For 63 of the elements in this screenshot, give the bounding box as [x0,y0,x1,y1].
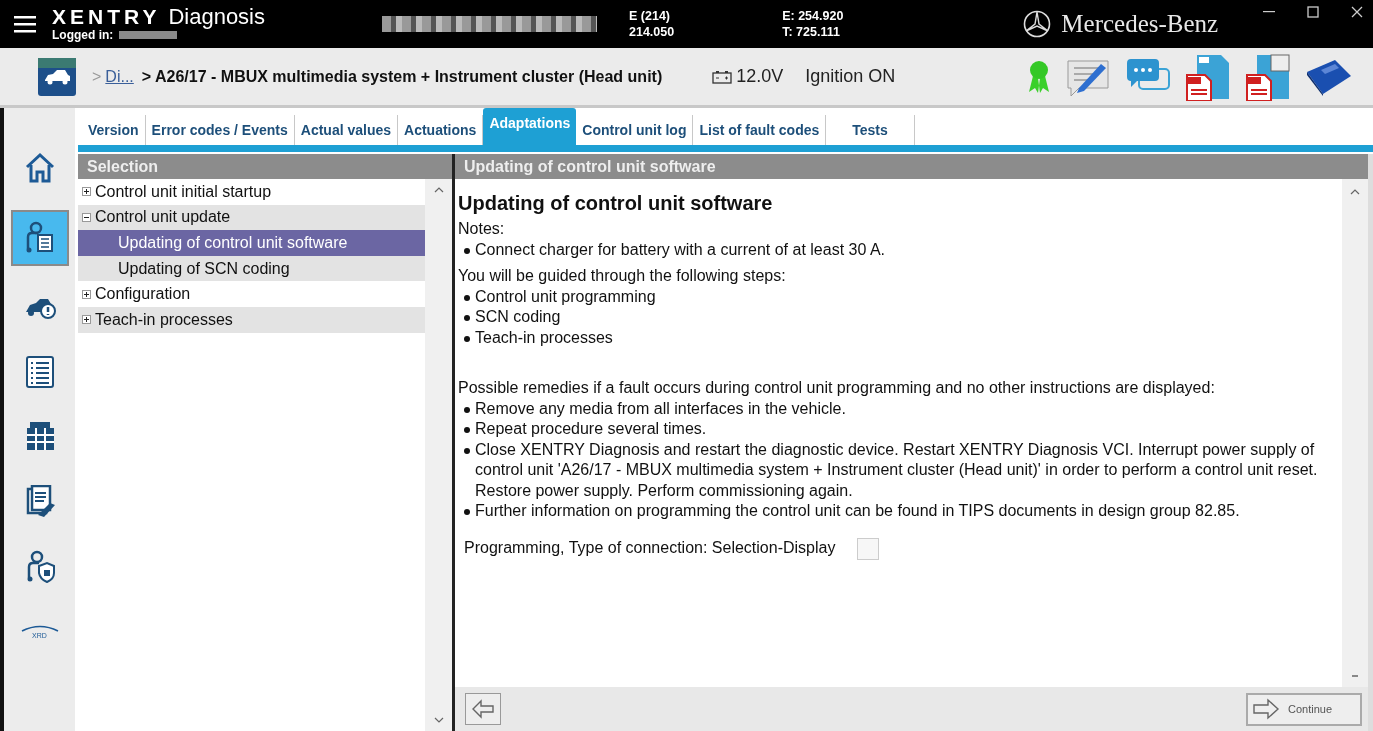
scroll-down-icon[interactable] [433,717,444,723]
tree-item[interactable]: Updating of SCN coding [78,255,425,282]
battery-icon [712,69,733,84]
expand-icon[interactable] [82,187,91,197]
bullet-text: Teach-in processes [475,327,613,348]
engine-code: E: 254.920 [782,8,844,24]
breadcrumb-link[interactable]: Di... [105,67,134,86]
logged-in-label: Logged in: [52,28,114,42]
expand-icon[interactable] [82,315,91,325]
bullet-text: Close XENTRY Diagnosis and restart the diagnostic device. Restart XENTRY Diagnosis VCI. Interrupt power supply of control unit 'A26/17 - MBUX multimedia system + Instrument cluster (Head unit)' in order to perform a control unit reset. Restore power supply. Perform commissioning again. [475,439,1319,501]
tree-item[interactable]: Teach-in processes [78,306,425,333]
breadcrumb-separator: > [92,67,102,86]
star-logo-icon [1023,10,1052,38]
product-name: Diagnosis [168,6,265,28]
menu-icon[interactable] [14,15,36,33]
bullet-text: Further information on programming the control unit can be found in TIPS documents in design group 82.85. [475,501,1240,521]
bullet-text: Remove any media from all interfaces in the vehicle. [475,398,846,419]
bullet-text: Control unit programming [475,286,656,307]
arc-icon [19,624,60,632]
steps-intro: You will be guided through the following steps: [458,266,787,286]
transmission-code: T: 725.111 [782,24,841,40]
bullet-text: SCN coding [475,307,561,327]
content-title: Updating of control unit software [458,191,774,215]
checkbox[interactable] [857,537,880,560]
ignition-status: Ignition ON [805,66,896,87]
panel-header: Updating of control unit software [455,154,1368,179]
notes-label: Notes: [458,219,506,239]
vehicle-code: 214.050 [629,24,675,40]
breadcrumb-current: > A26/17 - MBUX multimedia system + Instrument cluster (Head unit) [141,67,663,86]
continue-button[interactable]: Continue [1246,692,1362,726]
tree-item[interactable]: Updating of control unit software [78,230,425,256]
brand-logo-text: Mercedes-Benz [1061,10,1219,38]
car-icon[interactable] [38,57,76,96]
bullet-text: Connect charger for battery with a current of at least 30 A. [475,239,885,260]
back-button[interactable] [465,693,501,725]
vehicle-model: E (214) [629,8,671,24]
bullet-icon [464,335,470,342]
scroll-up-icon[interactable] [1350,189,1360,195]
brand-name: XENTRY [52,6,161,28]
tree-item[interactable]: Control unit update [78,204,425,231]
option-label: Programming, Type of connection: Selection-Display [464,538,836,559]
book-icon[interactable] [1305,57,1353,96]
scroll-up-icon[interactable] [433,187,444,193]
bullet-icon [464,294,470,301]
bullet-text: Repeat procedure several times. [475,419,707,439]
redacted-block [119,31,178,39]
bullet-icon [464,427,470,433]
bullet-icon [464,509,470,515]
maximize-icon[interactable] [1307,6,1319,18]
pdf-print-icon[interactable] [1245,52,1291,101]
panel-header: Selection [78,154,452,179]
bullet-icon [464,315,470,321]
expand-icon[interactable] [82,289,91,299]
close-icon[interactable] [1351,6,1363,18]
voltage-reading: 12.0V [736,66,784,87]
bullet-icon [464,247,470,254]
left-arrow-icon [471,699,495,719]
pdf-document-icon[interactable] [1185,52,1231,101]
right-arrow-icon [1252,698,1280,720]
bullet-icon [464,406,470,413]
bullet-icon [464,447,470,454]
remedies-intro: Possible remedies if a fault occurs during control unit programming and no other instructions are displayed: [458,378,1216,398]
collapse-icon[interactable] [82,212,91,222]
